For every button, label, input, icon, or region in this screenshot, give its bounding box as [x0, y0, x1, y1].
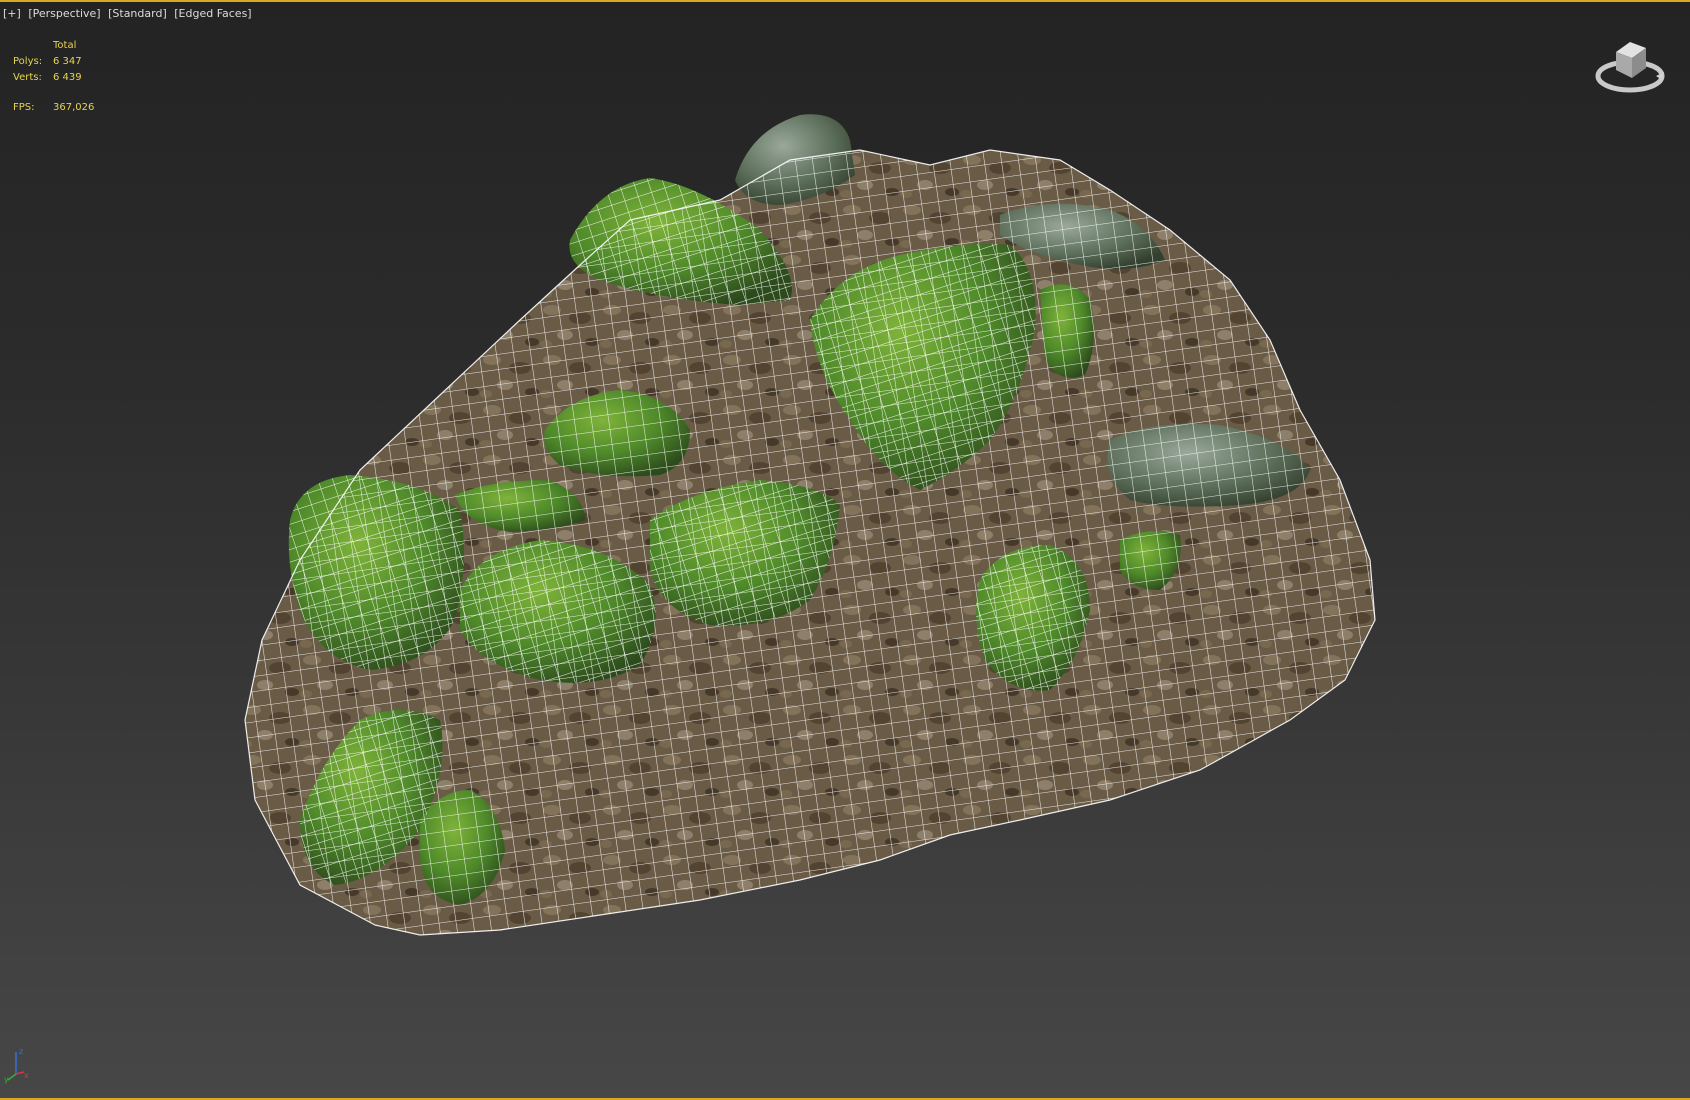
- viewport-menu-shading-standard[interactable]: [Standard]: [108, 7, 167, 20]
- fps-value: 367,026: [53, 102, 95, 113]
- axis-y-label: y: [4, 1075, 9, 1084]
- perspective-viewport[interactable]: [+] [Perspective] [Standard] [Edged Face…: [0, 0, 1690, 1100]
- axis-z-label: z: [19, 1047, 23, 1056]
- viewport-menu-edged-faces[interactable]: [Edged Faces]: [174, 7, 251, 20]
- viewcube-icon[interactable]: [1594, 30, 1666, 100]
- terrain-mesh[interactable]: [0, 0, 1690, 1100]
- viewport-menu-plus[interactable]: [+]: [3, 7, 21, 20]
- axis-tripod-icon: z y x: [4, 1047, 29, 1084]
- verts-label: Verts:: [13, 72, 42, 83]
- viewport-menu-perspective[interactable]: [Perspective]: [28, 7, 100, 20]
- polys-label: Polys:: [13, 56, 43, 67]
- stats-header: Total: [53, 40, 77, 51]
- verts-value: 6 439: [53, 72, 82, 83]
- polys-value: 6 347: [53, 56, 82, 67]
- axis-x-label: x: [24, 1071, 29, 1080]
- viewport-label-menu[interactable]: [+] [Perspective] [Standard] [Edged Face…: [3, 7, 256, 20]
- fps-label: FPS:: [13, 102, 35, 113]
- statistics-overlay: Total Polys: 6 347 Verts: 6 439 FPS: 367,02…: [13, 38, 94, 116]
